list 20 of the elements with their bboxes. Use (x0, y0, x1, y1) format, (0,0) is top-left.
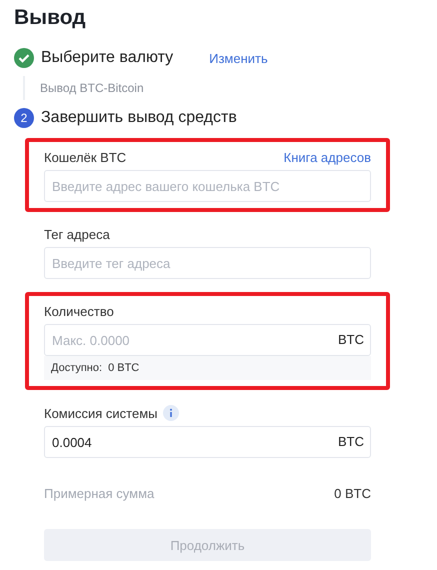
field-label: Тег адреса (44, 227, 110, 242)
page-title: Вывод (14, 6, 87, 30)
address-book-link[interactable]: Книга адресов (284, 150, 371, 165)
step-title: Завершить вывод средств (41, 109, 237, 127)
field-label: Количество (44, 304, 114, 319)
field-label: Комиссия системы (44, 406, 158, 420)
estimate-value: 0 BTC (334, 486, 371, 501)
step-title: Выберите валюту (41, 49, 174, 67)
step-number: 2 (14, 108, 34, 128)
field-label: Кошелёк BTC (44, 150, 126, 165)
step-detail-text: Вывод BTC-Bitcoin (40, 81, 144, 95)
currency-unit: BTC (338, 434, 364, 449)
currency-unit: BTC (338, 332, 364, 347)
input-field[interactable]: Введите тег адреса (44, 247, 371, 279)
available-value: 0 BTC (108, 362, 140, 374)
input-field[interactable]: Введите адрес вашего кошелька BTC (44, 170, 371, 202)
estimate-label: Примерная сумма (44, 486, 154, 501)
change-link[interactable]: Изменить (209, 50, 268, 66)
available-label: Доступно: (51, 362, 102, 374)
info-icon[interactable] (162, 405, 178, 421)
